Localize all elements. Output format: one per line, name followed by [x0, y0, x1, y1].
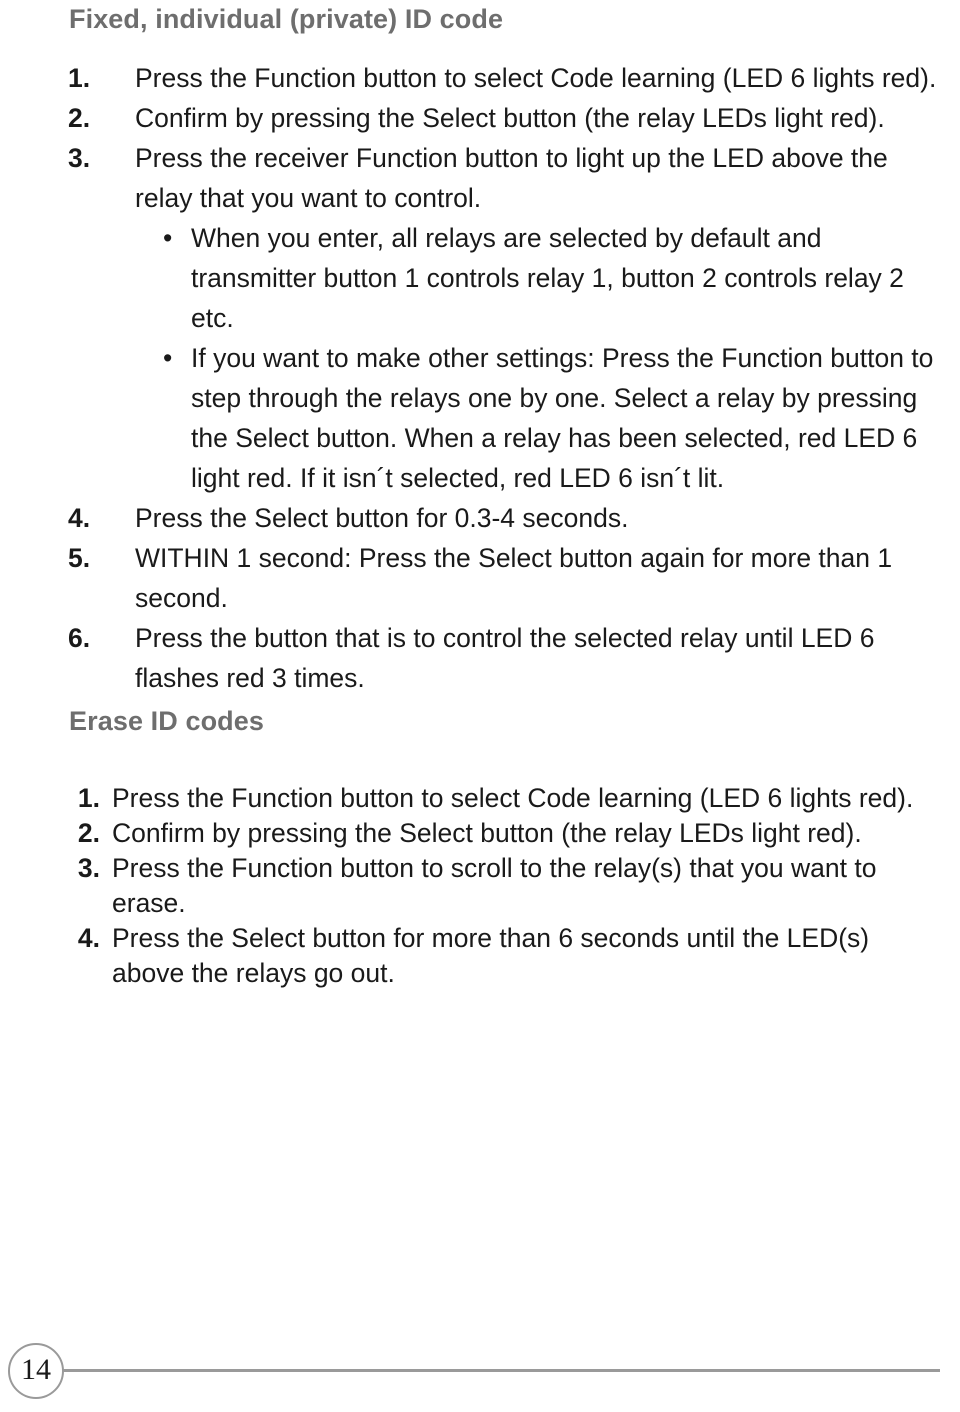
list-item: • When you enter, all relays are selecte…: [163, 218, 945, 338]
list-item: 1. Press the Function button to select C…: [0, 781, 960, 816]
list-item-number: 4.: [77, 923, 100, 953]
list-item: • If you want to make other settings: Pr…: [163, 338, 945, 498]
erase-id-codes-steps: 1. Press the Function button to select C…: [0, 781, 960, 991]
list-item-text: Press the receiver Function button to li…: [135, 143, 888, 213]
page-number-badge: 14: [8, 1343, 64, 1399]
list-item-text: Press the Select button for more than 6 …: [112, 923, 870, 988]
list-item-number: 6.: [68, 623, 91, 653]
section-heading-erase-id-codes: Erase ID codes: [69, 706, 265, 736]
page-footer: 14: [0, 1340, 960, 1410]
list-item-text: Press the Select button for 0.3-4 second…: [135, 503, 629, 533]
bullet-icon: •: [163, 223, 173, 253]
list-item: 2. Confirm by pressing the Select button…: [0, 98, 960, 138]
list-item-number: 2.: [77, 818, 100, 848]
list-item-text: When you enter, all relays are selected …: [191, 223, 904, 333]
list-item-number: 3.: [77, 853, 100, 883]
list-item-number: 1.: [68, 63, 91, 93]
list-item-text: Press the button that is to control the …: [135, 623, 875, 693]
list-item-number: 1.: [77, 783, 100, 813]
list-item-number: 4.: [68, 503, 91, 533]
list-item: 2. Confirm by pressing the Select button…: [0, 816, 960, 851]
list-item-text: Press the Function button to select Code…: [135, 63, 937, 93]
list-item-number: 2.: [68, 103, 91, 133]
list-item-text: Confirm by pressing the Select button (t…: [112, 818, 862, 848]
footer-divider: [62, 1369, 940, 1372]
fixed-id-code-steps: 1. Press the Function button to select C…: [0, 58, 960, 698]
list-item-text: If you want to make other settings: Pres…: [191, 343, 934, 493]
list-item: 1. Press the Function button to select C…: [0, 58, 960, 98]
list-item: 3. Press the receiver Function button to…: [0, 138, 960, 498]
list-item: 4. Press the Select button for 0.3-4 sec…: [0, 498, 960, 538]
page-number: 14: [21, 1353, 51, 1386]
list-item: 3. Press the Function button to scroll t…: [0, 851, 960, 921]
sub-bullet-list: • When you enter, all relays are selecte…: [163, 218, 945, 498]
list-item-text: Confirm by pressing the Select button (t…: [135, 103, 885, 133]
list-item-number: 3.: [68, 143, 91, 173]
list-item: 5. WITHIN 1 second: Press the Select but…: [0, 538, 960, 618]
page-title: Fixed, individual (private) ID code: [69, 4, 504, 34]
list-item: 6. Press the button that is to control t…: [0, 618, 960, 698]
list-item-text: Press the Function button to select Code…: [112, 783, 914, 813]
list-item-number: 5.: [68, 543, 91, 573]
bullet-icon: •: [163, 343, 173, 373]
list-item-text: Press the Function button to scroll to t…: [112, 853, 877, 918]
list-item: 4. Press the Select button for more than…: [0, 921, 960, 991]
list-item-text: WITHIN 1 second: Press the Select button…: [135, 543, 893, 613]
